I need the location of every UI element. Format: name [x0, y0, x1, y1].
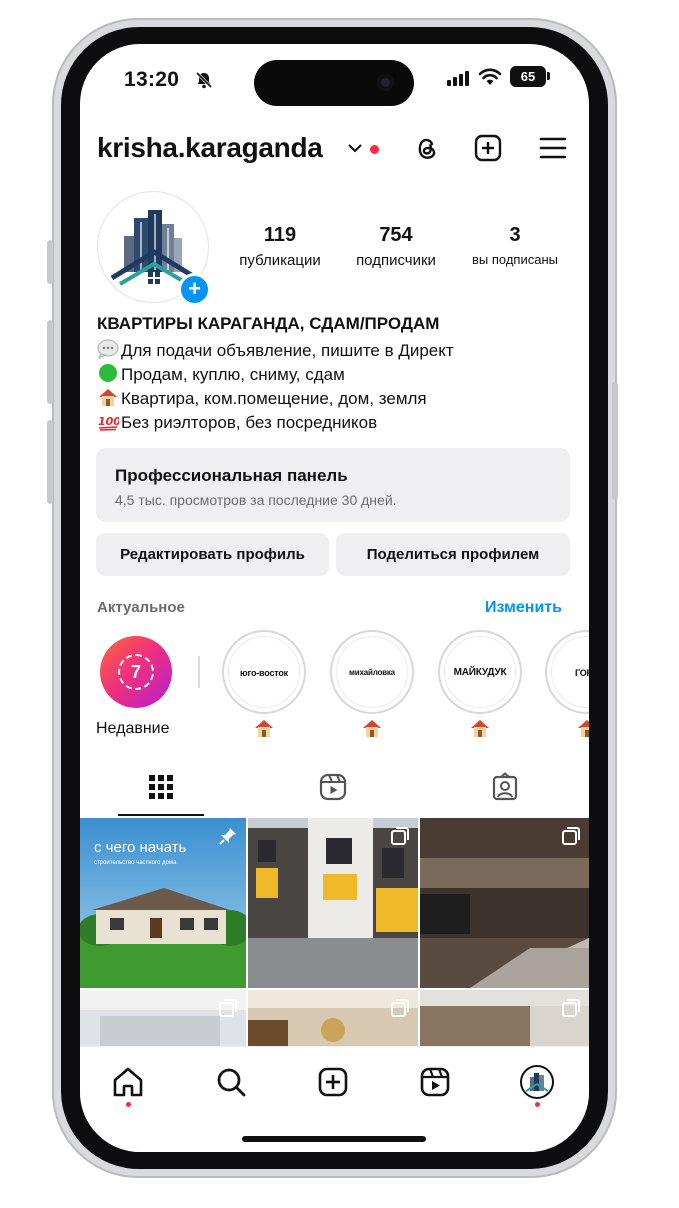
stat-label: вы подписаны — [472, 252, 558, 267]
house-icon — [363, 720, 381, 737]
signal-icon — [447, 71, 469, 86]
plus-square-icon[interactable] — [473, 133, 503, 163]
bio-text: Без риэлторов, без посредников — [121, 413, 378, 432]
volume-down-button — [47, 420, 53, 504]
highlights-divider — [198, 656, 200, 688]
stat-followers[interactable]: 754 подписчики — [356, 224, 436, 269]
wifi-icon — [478, 68, 502, 85]
highlights-edit-link[interactable]: Изменить — [485, 599, 562, 617]
power-button — [612, 382, 618, 500]
bio-line: Для подачи объявление, пишите в Директ — [97, 339, 454, 361]
bio-line: Квартира, ком.помещение, дом, земля — [97, 387, 427, 409]
share-profile-button[interactable]: Поделиться профилем — [336, 533, 570, 576]
chevron-down-icon[interactable] — [347, 142, 363, 154]
bio-line: 100 Без риэлторов, без посредников — [97, 411, 377, 433]
post-tile[interactable]: с чего начать строительство частного дом… — [80, 818, 246, 988]
green-circle-icon — [99, 364, 117, 382]
bio-text: Продам, куплю, сниму, сдам — [121, 365, 345, 384]
threads-icon[interactable] — [412, 133, 442, 163]
post-tile[interactable] — [248, 990, 418, 1048]
recent-count: 7 — [118, 654, 154, 690]
highlight-item[interactable]: горо — [545, 630, 589, 714]
carousel-icon — [562, 999, 580, 1017]
professional-dashboard[interactable]: Профессиональная панель 4,5 тыс. просмот… — [96, 448, 570, 522]
status-time: 13:20 — [124, 68, 180, 91]
carousel-icon — [219, 999, 237, 1017]
pin-icon — [219, 828, 236, 845]
battery-tip — [547, 72, 550, 80]
bio-name: КВАРТИРЫ КАРАГАНДА, СДАМ/ПРОДАМ — [97, 314, 440, 333]
recent-highlight[interactable]: 7 — [100, 636, 172, 708]
dynamic-island — [254, 60, 414, 106]
stat-value: 3 — [509, 224, 521, 246]
bio-text: Для подачи объявление, пишите в Директ — [121, 341, 454, 360]
building-logo-icon — [525, 1073, 549, 1092]
camera-icon — [377, 74, 394, 91]
account-username[interactable]: krisha.karaganda — [97, 132, 323, 164]
stat-value: 119 — [263, 224, 297, 246]
stat-following[interactable]: 3 вы подписаны — [472, 224, 558, 267]
stat-label: публикации — [239, 252, 321, 269]
battery-indicator: 65 — [510, 66, 546, 87]
menu-icon[interactable] — [538, 133, 568, 163]
stat-label: подписчики — [356, 252, 436, 269]
post-tile[interactable] — [80, 990, 246, 1048]
notification-dot — [370, 145, 379, 154]
volume-up-button — [47, 320, 53, 404]
post-overlay-title: с чего начать — [94, 839, 186, 856]
post-tile[interactable] — [420, 818, 589, 988]
highlight-title: майкудук — [444, 636, 516, 708]
reels-icon[interactable] — [318, 772, 348, 802]
active-tab-indicator — [118, 814, 204, 816]
carousel-icon — [391, 827, 409, 845]
pro-panel-title: Профессиональная панель — [115, 466, 348, 485]
edit-profile-button[interactable]: Редактировать профиль — [96, 533, 329, 576]
house-icon — [471, 720, 489, 737]
highlight-title: михайловка — [336, 636, 408, 708]
screen: 13:20 65 krisha.karaganda + 119 публикац… — [80, 44, 589, 1152]
highlight-item[interactable]: майкудук — [438, 630, 522, 714]
profile-avatar-icon[interactable] — [520, 1065, 554, 1099]
svg-text:100: 100 — [98, 415, 119, 428]
grid-icon[interactable] — [146, 772, 176, 802]
post-tile[interactable] — [420, 990, 589, 1048]
highlight-item[interactable]: михайловка — [330, 630, 414, 714]
notification-dot — [126, 1102, 131, 1107]
search-icon[interactable] — [214, 1065, 248, 1099]
reels-icon[interactable] — [418, 1065, 452, 1099]
tagged-icon[interactable] — [490, 772, 520, 802]
create-icon[interactable] — [316, 1065, 350, 1099]
home-icon[interactable] — [111, 1065, 145, 1099]
highlight-item[interactable]: юго-восток — [222, 630, 306, 714]
stat-posts[interactable]: 119 публикации — [239, 224, 320, 269]
bell-slash-icon — [195, 71, 213, 89]
bio-line: Продам, куплю, сниму, сдам — [97, 363, 345, 385]
highlight-title: юго-восток — [228, 636, 300, 708]
highlights-title: Актуальное — [97, 599, 185, 616]
bio-text: Квартира, ком.помещение, дом, земля — [121, 389, 427, 408]
stat-value: 754 — [379, 224, 413, 246]
post-overlay-subtitle: строительство частного дома — [94, 860, 177, 866]
house-icon — [578, 720, 589, 737]
pro-panel-subtitle: 4,5 тыс. просмотров за последние 30 дней… — [115, 492, 397, 508]
carousel-icon — [391, 999, 409, 1017]
silent-switch — [47, 240, 53, 284]
house-icon — [255, 720, 273, 737]
notification-dot — [535, 1102, 540, 1107]
speech-bubble-icon — [97, 339, 119, 359]
carousel-icon — [562, 827, 580, 845]
hundred-points-icon: 100 — [98, 415, 119, 431]
add-story-button[interactable]: + — [178, 273, 211, 306]
home-indicator — [242, 1136, 426, 1142]
house-icon — [99, 389, 117, 406]
recent-label: Недавние — [96, 720, 170, 737]
highlight-title: горо — [551, 636, 589, 708]
post-tile[interactable] — [248, 818, 418, 988]
